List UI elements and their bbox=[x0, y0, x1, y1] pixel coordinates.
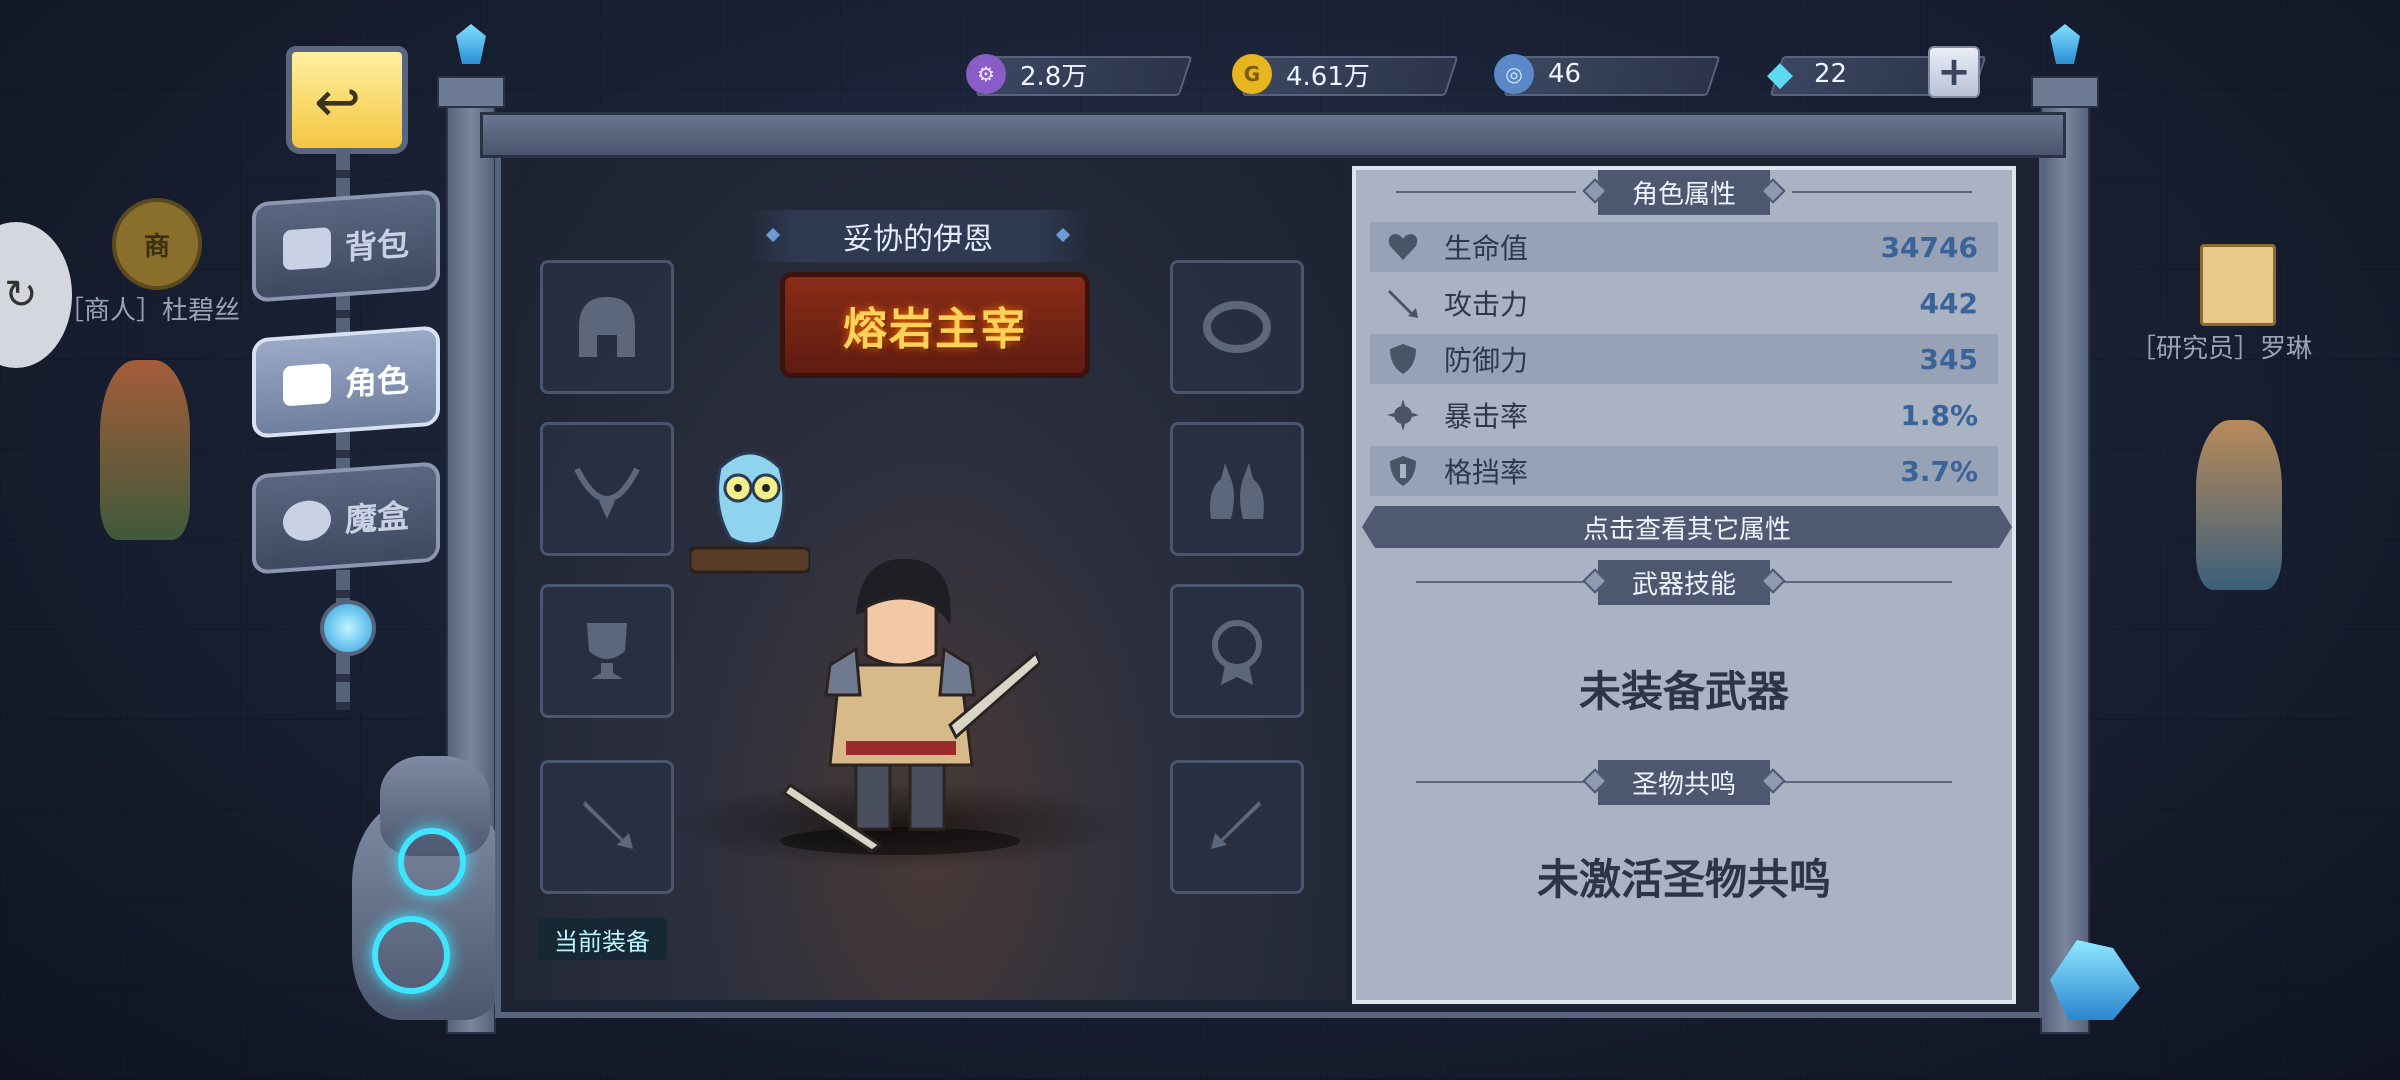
hero-character[interactable] bbox=[760, 545, 1040, 855]
resource-gold-coin[interactable]: G 4.61万 bbox=[1232, 52, 1459, 96]
add-diamond-button[interactable]: + bbox=[1928, 46, 1980, 98]
stat-value: 442 bbox=[1919, 286, 1978, 320]
frame-top-bar bbox=[480, 112, 2066, 158]
slot-weapon-main[interactable] bbox=[540, 760, 674, 894]
resource-blue-token[interactable]: ◎ 46 bbox=[1494, 52, 1721, 96]
shield-icon bbox=[1390, 344, 1416, 374]
stat-row-crit: 暴击率 1.8% bbox=[1370, 390, 1998, 440]
stat-label: 暴击率 bbox=[1444, 400, 1529, 433]
back-button[interactable]: ↩ bbox=[272, 22, 412, 154]
current-equipment-label: 当前装备 bbox=[537, 918, 667, 960]
relic-resonance-title-text: 圣物共鸣 bbox=[1597, 759, 1770, 805]
gold-coin-value: 4.61万 bbox=[1286, 61, 1370, 92]
slot-helmet[interactable] bbox=[540, 260, 674, 394]
character-icon bbox=[282, 363, 331, 407]
block-icon bbox=[1390, 456, 1416, 486]
gold-coin-icon: G bbox=[1232, 54, 1272, 94]
trophy-icon bbox=[587, 623, 627, 679]
helmet-icon bbox=[579, 297, 635, 357]
blue-token-value: 46 bbox=[1548, 59, 1582, 89]
slot-necklace[interactable] bbox=[540, 422, 674, 556]
nav-magicbox-label: 魔盒 bbox=[344, 496, 409, 540]
nav-magicbox-button[interactable]: 魔盒 bbox=[252, 461, 440, 575]
medal-icon bbox=[1212, 620, 1262, 685]
side-button-glyph: ↻ bbox=[4, 272, 38, 318]
gloves-icon bbox=[1210, 463, 1264, 519]
ring-icon bbox=[1203, 301, 1271, 353]
crit-icon bbox=[1387, 399, 1419, 431]
stat-label: 生命值 bbox=[1444, 232, 1529, 265]
diamond-value: 22 bbox=[1814, 59, 1848, 89]
necklace-icon bbox=[574, 467, 640, 519]
relic-resonance-status: 未激活圣物共鸣 bbox=[1536, 855, 1831, 904]
heart-icon bbox=[1388, 234, 1418, 260]
magic-box-icon bbox=[282, 499, 331, 543]
researcher-label: ［研究员］罗琳 bbox=[2130, 334, 2313, 364]
weapon-skill-status: 未装备武器 bbox=[1578, 667, 1789, 716]
merchant-npc[interactable] bbox=[100, 360, 190, 540]
sword-icon bbox=[583, 801, 633, 849]
stat-label: 攻击力 bbox=[1444, 288, 1529, 321]
stat-label: 格挡率 bbox=[1444, 456, 1529, 489]
weapon-skill-title-text: 武器技能 bbox=[1597, 559, 1770, 605]
view-more-attributes-button[interactable]: 点击查看其它属性 bbox=[1362, 506, 2012, 548]
stat-value: 1.8% bbox=[1900, 398, 1978, 432]
character-title-badge: 熔岩主宰 bbox=[780, 272, 1090, 378]
stat-value: 34746 bbox=[1880, 230, 1978, 264]
shop-sign-text: 商 bbox=[143, 231, 170, 262]
blue-token-icon: ◎ bbox=[1494, 54, 1534, 94]
resource-diamond[interactable]: ◆ 22 bbox=[1760, 52, 1987, 96]
researcher-card-icon bbox=[2200, 244, 2276, 326]
purple-coin-value: 2.8万 bbox=[1020, 61, 1088, 92]
relic-resonance-title: 圣物共鸣 bbox=[1352, 759, 2016, 805]
diamond-icon: ◆ bbox=[1766, 54, 1794, 94]
nav-bag-button[interactable]: 背包 bbox=[252, 189, 440, 303]
slot-medal[interactable] bbox=[1170, 584, 1304, 718]
right-pillar bbox=[2040, 80, 2090, 1034]
back-arrow-icon: ↩ bbox=[314, 70, 361, 135]
purple-coin-icon: ⚙ bbox=[966, 54, 1006, 94]
rune-glow-icon-2 bbox=[372, 916, 450, 994]
left-pillar-cap bbox=[437, 76, 505, 108]
attributes-title: 角色属性 bbox=[1352, 169, 2016, 215]
sword-icon bbox=[1388, 290, 1418, 318]
stat-value: 3.7% bbox=[1900, 454, 1978, 488]
researcher-npc[interactable] bbox=[2196, 420, 2282, 590]
stat-row-hp: 生命值 34746 bbox=[1370, 222, 1998, 272]
slot-trophy[interactable] bbox=[540, 584, 674, 718]
stat-row-defense: 防御力 345 bbox=[1370, 334, 1998, 384]
slot-weapon-off[interactable] bbox=[1170, 760, 1304, 894]
nav-character-button[interactable]: 角色 bbox=[252, 325, 440, 439]
nav-orb-icon bbox=[320, 600, 376, 656]
nav-character-label: 角色 bbox=[344, 360, 409, 404]
slot-ring[interactable] bbox=[1170, 260, 1304, 394]
stat-value: 345 bbox=[1919, 342, 1978, 376]
resource-purple-coin[interactable]: ⚙ 2.8万 bbox=[966, 52, 1193, 96]
character-name: 妥协的伊恩 bbox=[748, 210, 1088, 262]
nav-bag-label: 背包 bbox=[344, 224, 409, 268]
stat-label: 防御力 bbox=[1444, 344, 1529, 377]
sword-icon bbox=[1211, 801, 1261, 849]
rune-glow-icon bbox=[398, 828, 466, 896]
stat-row-block: 格挡率 3.7% bbox=[1370, 446, 1998, 496]
shop-sign: 商 bbox=[112, 198, 202, 290]
merchant-label: ［商人］杜碧丝 bbox=[58, 296, 241, 326]
right-pillar-cap bbox=[2031, 76, 2099, 108]
attributes-title-text: 角色属性 bbox=[1597, 169, 1770, 215]
stat-row-attack: 攻击力 442 bbox=[1370, 278, 1998, 328]
weapon-skill-title: 武器技能 bbox=[1352, 559, 2016, 605]
bag-icon bbox=[282, 227, 331, 271]
slot-gloves[interactable] bbox=[1170, 422, 1304, 556]
